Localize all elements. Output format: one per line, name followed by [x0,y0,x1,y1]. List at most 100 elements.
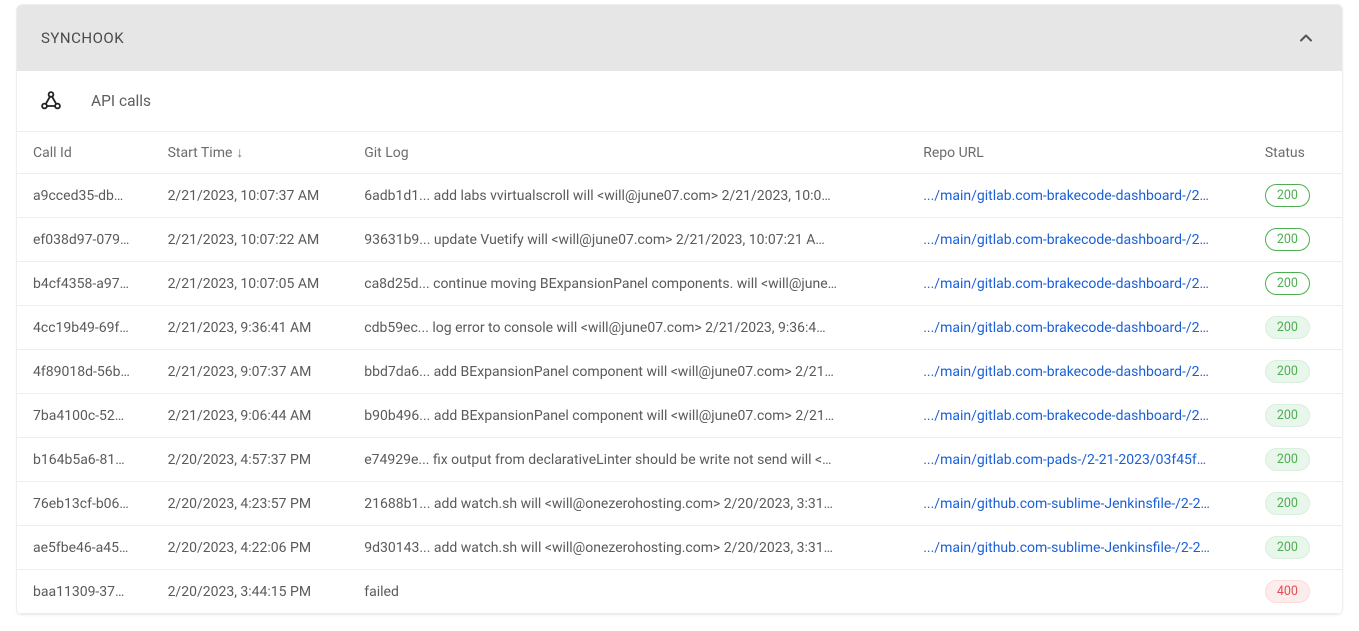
repo-link[interactable]: .../main/gitlab.com-brakecode-dashboard-… [923,188,1209,204]
col-label: Repo URL [923,145,984,161]
cell-status: 400 [1249,570,1342,614]
webhook-icon [39,89,63,113]
status-badge: 400 [1265,580,1310,603]
repo-link[interactable]: .../main/github.com-sublime-Jenkinsfile-… [923,540,1210,556]
cell-status: 200 [1249,350,1342,394]
table-body: a9cced35-db…2/21/2023, 10:07:37 AM6adb1d… [17,174,1342,614]
table-row[interactable]: 7ba4100c-52…2/21/2023, 9:06:44 AMb90b496… [17,394,1342,438]
cell-start-time: 2/21/2023, 10:07:22 AM [152,218,349,262]
cell-git-log: 21688b1... add watch.sh will <will@oneze… [348,482,907,526]
col-call-id[interactable]: Call Id [17,132,152,174]
cell-git-log: b90b496... add BExpansionPanel component… [348,394,907,438]
cell-status: 200 [1249,262,1342,306]
sort-down-icon: ↓ [236,145,243,161]
cell-start-time: 2/20/2023, 4:57:37 PM [152,438,349,482]
col-label: Call Id [33,145,72,161]
cell-call-id: ae5fbe46-a45… [17,526,152,570]
cell-git-log: cdb59ec... log error to console will <wi… [348,306,907,350]
col-status[interactable]: Status [1249,132,1342,174]
panel-title: SYNCHOOK [41,29,124,47]
cell-start-time: 2/21/2023, 9:07:37 AM [152,350,349,394]
table-row[interactable]: 4cc19b49-69f…2/21/2023, 9:36:41 AMcdb59e… [17,306,1342,350]
section-header: API calls [17,71,1342,131]
cell-status: 200 [1249,218,1342,262]
col-label: Git Log [364,145,408,161]
cell-repo-url: .../main/gitlab.com-brakecode-dashboard-… [907,350,1249,394]
status-badge: 200 [1265,448,1310,471]
cell-call-id: ef038d97-079… [17,218,152,262]
col-label: Start Time [168,145,233,161]
cell-repo-url: .../main/gitlab.com-pads-/2-21-2023/03f4… [907,438,1249,482]
cell-call-id: 4cc19b49-69f… [17,306,152,350]
table-row[interactable]: a9cced35-db…2/21/2023, 10:07:37 AM6adb1d… [17,174,1342,218]
col-label: Status [1265,145,1305,161]
cell-repo-url: .../main/gitlab.com-brakecode-dashboard-… [907,262,1249,306]
table-row[interactable]: baa11309-37…2/20/2023, 3:44:15 PMfailed 4… [17,570,1342,614]
col-repo-url[interactable]: Repo URL [907,132,1249,174]
cell-call-id: 7ba4100c-52… [17,394,152,438]
cell-start-time: 2/20/2023, 3:44:15 PM [152,570,349,614]
cell-repo-url: .../main/gitlab.com-brakecode-dashboard-… [907,394,1249,438]
cell-git-log: 6adb1d1... add labs vvirtualscroll will … [348,174,907,218]
table-row[interactable]: b164b5a6-81…2/20/2023, 4:57:37 PMe74929e… [17,438,1342,482]
repo-link[interactable]: .../main/gitlab.com-brakecode-dashboard-… [923,364,1209,380]
cell-call-id: a9cced35-db… [17,174,152,218]
status-badge: 200 [1265,272,1310,295]
status-badge: 200 [1265,316,1310,339]
cell-git-log: e74929e... fix output from declarativeLi… [348,438,907,482]
cell-repo-url: .../main/github.com-sublime-Jenkinsfile-… [907,482,1249,526]
cell-call-id: 76eb13cf-b06… [17,482,152,526]
cell-status: 200 [1249,482,1342,526]
cell-call-id: b164b5a6-81… [17,438,152,482]
cell-repo-url: .../main/gitlab.com-brakecode-dashboard-… [907,306,1249,350]
col-start-time[interactable]: Start Time↓ [152,132,349,174]
repo-link[interactable]: .../main/gitlab.com-brakecode-dashboard-… [923,320,1209,336]
cell-git-log: 9d30143... add watch.sh will <will@oneze… [348,526,907,570]
cell-status: 200 [1249,174,1342,218]
cell-repo-url: .../main/github.com-sublime-Jenkinsfile-… [907,526,1249,570]
panel-header[interactable]: SYNCHOOK [17,5,1342,71]
cell-start-time: 2/20/2023, 4:22:06 PM [152,526,349,570]
repo-link[interactable]: .../main/github.com-sublime-Jenkinsfile-… [923,496,1210,512]
section-title: API calls [91,92,151,110]
cell-start-time: 2/21/2023, 10:07:05 AM [152,262,349,306]
chevron-up-icon[interactable] [1294,26,1318,50]
status-badge: 200 [1265,404,1310,427]
cell-status: 200 [1249,526,1342,570]
cell-repo-url: .../main/gitlab.com-brakecode-dashboard-… [907,174,1249,218]
table-row[interactable]: 4f89018d-56b…2/21/2023, 9:07:37 AMbbd7da… [17,350,1342,394]
cell-start-time: 2/21/2023, 9:36:41 AM [152,306,349,350]
cell-git-log: failed [348,570,907,614]
cell-start-time: 2/20/2023, 4:23:57 PM [152,482,349,526]
cell-repo-url [907,570,1249,614]
repo-link[interactable]: .../main/gitlab.com-brakecode-dashboard-… [923,276,1209,292]
table-row[interactable]: ef038d97-079…2/21/2023, 10:07:22 AM93631… [17,218,1342,262]
cell-status: 200 [1249,394,1342,438]
status-badge: 200 [1265,228,1310,251]
table-row[interactable]: b4cf4358-a97…2/21/2023, 10:07:05 AMca8d2… [17,262,1342,306]
status-badge: 200 [1265,536,1310,559]
synchook-panel: SYNCHOOK API calls Call [16,4,1343,615]
status-badge: 200 [1265,184,1310,207]
cell-git-log: 93631b9... update Vuetify will <will@jun… [348,218,907,262]
cell-call-id: b4cf4358-a97… [17,262,152,306]
repo-link[interactable]: .../main/gitlab.com-brakecode-dashboard-… [923,232,1209,248]
status-badge: 200 [1265,360,1310,383]
cell-status: 200 [1249,438,1342,482]
cell-call-id: baa11309-37… [17,570,152,614]
panel-body: API calls Call Id Start Time↓ Git Log Re… [17,71,1342,614]
status-badge: 200 [1265,492,1310,515]
cell-start-time: 2/21/2023, 10:07:37 AM [152,174,349,218]
cell-status: 200 [1249,306,1342,350]
repo-link[interactable]: .../main/gitlab.com-brakecode-dashboard-… [923,408,1209,424]
api-calls-table: Call Id Start Time↓ Git Log Repo URL Sta… [17,131,1342,614]
cell-start-time: 2/21/2023, 9:06:44 AM [152,394,349,438]
table-row[interactable]: 76eb13cf-b06…2/20/2023, 4:23:57 PM21688b… [17,482,1342,526]
cell-repo-url: .../main/gitlab.com-brakecode-dashboard-… [907,218,1249,262]
cell-call-id: 4f89018d-56b… [17,350,152,394]
repo-link[interactable]: .../main/gitlab.com-pads-/2-21-2023/03f4… [923,452,1206,468]
table-row[interactable]: ae5fbe46-a45…2/20/2023, 4:22:06 PM9d3014… [17,526,1342,570]
cell-git-log: ca8d25d... continue moving BExpansionPan… [348,262,907,306]
cell-git-log: bbd7da6... add BExpansionPanel component… [348,350,907,394]
col-git-log[interactable]: Git Log [348,132,907,174]
